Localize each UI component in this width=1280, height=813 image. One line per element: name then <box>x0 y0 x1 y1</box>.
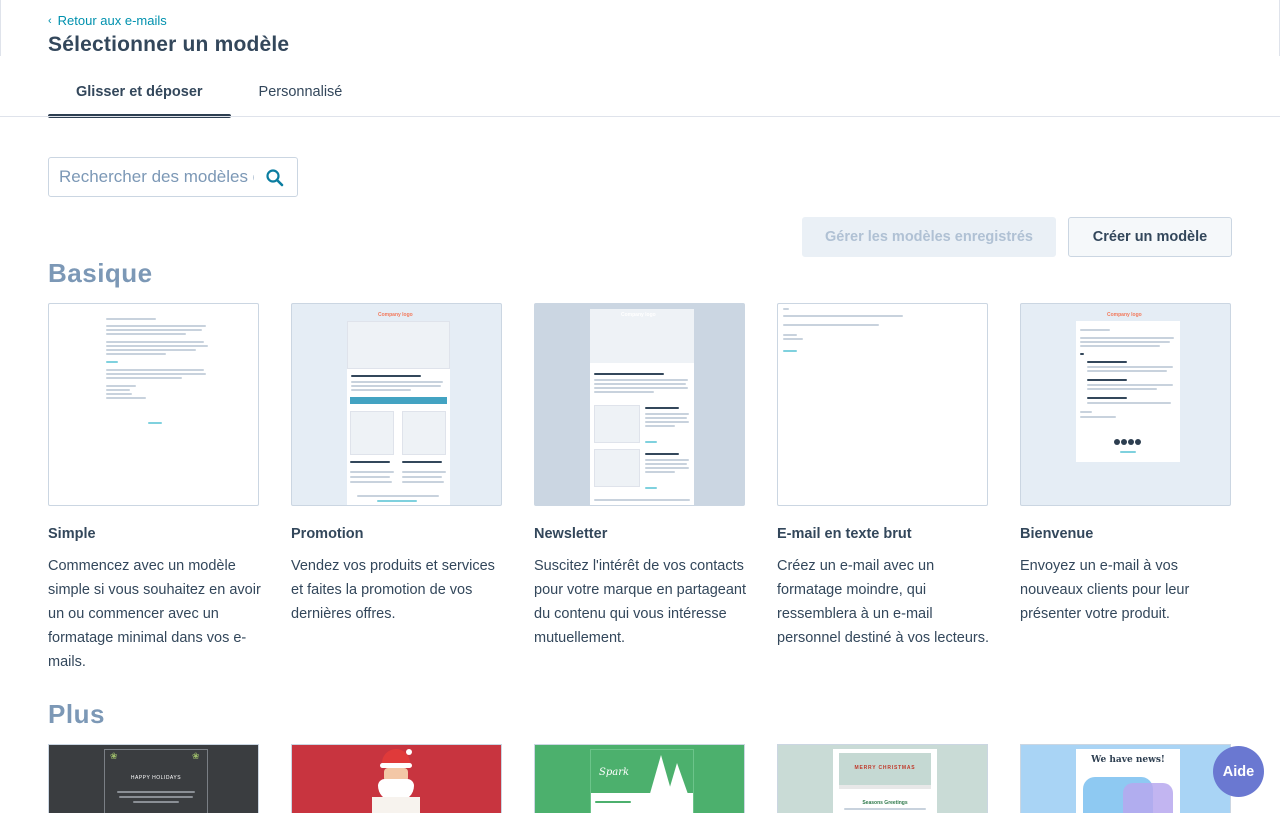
manage-saved-templates-button[interactable]: Gérer les modèles enregistrés <box>802 217 1056 257</box>
template-thumbnail-promotion[interactable]: Company logo <box>291 303 502 506</box>
template-name-simple[interactable]: Simple <box>48 526 96 542</box>
template-description-welcome: Envoyez un e-mail à vos nouveaux clients… <box>1020 558 1190 622</box>
section-title-basic: Basique <box>48 258 153 288</box>
search-icon[interactable] <box>265 168 285 188</box>
merry-christmas-text: MERRY CHRISTMAS <box>854 765 916 771</box>
template-thumbnail-plain-text[interactable] <box>777 303 988 506</box>
spark-logo-text: Spark <box>599 767 630 778</box>
template-thumbnail-merry-christmas[interactable]: MERRY CHRISTMAS Seasons Greetings <box>777 744 988 813</box>
template-description-newsletter: Suscitez l'intérêt de vos contacts pour … <box>534 558 746 646</box>
page-title: Sélectionner un modèle <box>48 33 290 56</box>
tab-drag-and-drop[interactable]: Glisser et déposer <box>48 64 231 118</box>
template-thumbnail-simple[interactable] <box>48 303 259 506</box>
chevron-left-icon: ‹ <box>48 14 52 27</box>
back-to-emails-link[interactable]: ‹ Retour aux e-mails <box>48 13 167 28</box>
tab-divider <box>0 116 1280 117</box>
search-box <box>48 157 298 197</box>
template-thumbnail-welcome[interactable]: Company logo <box>1020 303 1231 506</box>
company-logo-text: Company logo <box>621 312 656 318</box>
template-name-newsletter[interactable]: Newsletter <box>534 526 607 542</box>
news-headline: We have news! <box>1091 755 1165 765</box>
template-description-simple: Commencez avec un modèle simple si vous … <box>48 558 261 670</box>
template-thumbnail-we-have-news[interactable]: We have news! <box>1020 744 1231 813</box>
section-title-more: Plus <box>48 699 105 729</box>
company-logo-text: Company logo <box>378 312 413 318</box>
seasons-greetings-text: Seasons Greetings <box>862 800 908 806</box>
company-logo-text: Company logo <box>1107 312 1142 318</box>
template-thumbnail-newsletter[interactable]: Company logo <box>534 303 745 506</box>
template-description-plain-text: Créez un e-mail avec un formatage moindr… <box>777 558 989 646</box>
holidays-text: HAPPY HOLIDAYS <box>130 775 182 781</box>
frame-edge-left <box>0 0 1 56</box>
template-description-promotion: Vendez vos produits et services et faite… <box>291 558 495 622</box>
create-template-button[interactable]: Créer un modèle <box>1068 217 1232 257</box>
tab-custom[interactable]: Personnalisé <box>231 64 371 118</box>
template-thumbnail-happy-holidays[interactable]: ❀ ❀ HAPPY HOLIDAYS <box>48 744 259 813</box>
search-input[interactable] <box>49 167 254 187</box>
template-name-promotion[interactable]: Promotion <box>291 526 364 542</box>
help-button[interactable]: Aide <box>1213 746 1264 797</box>
template-name-plain-text[interactable]: E-mail en texte brut <box>777 526 912 542</box>
template-name-welcome[interactable]: Bienvenue <box>1020 526 1093 542</box>
template-thumbnail-santa[interactable] <box>291 744 502 813</box>
tab-bar: Glisser et déposer Personnalisé <box>48 64 370 118</box>
back-link-label: Retour aux e-mails <box>57 13 167 28</box>
template-thumbnail-spark[interactable]: Spark <box>534 744 745 813</box>
